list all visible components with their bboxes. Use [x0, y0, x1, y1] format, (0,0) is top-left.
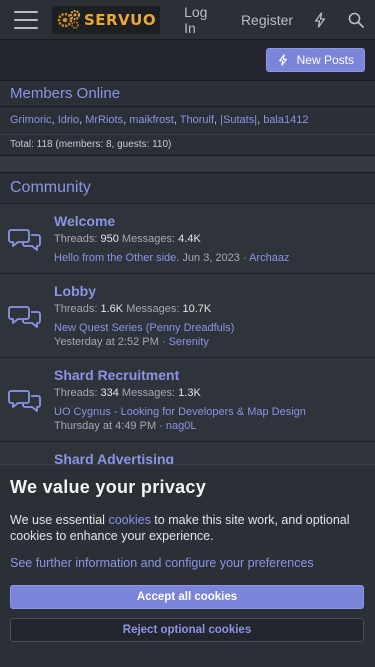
- gears-icon: [57, 9, 80, 29]
- member-link[interactable]: Thorulf: [180, 114, 214, 126]
- search-icon[interactable]: [347, 11, 365, 29]
- cookies-link[interactable]: cookies: [108, 513, 150, 527]
- members-total: Total: 118 (members: 8, guests: 110): [0, 134, 375, 155]
- member-link[interactable]: maikfrost: [129, 114, 174, 126]
- reject-cookies-button[interactable]: Reject optional cookies: [10, 618, 364, 642]
- forum-row[interactable]: Lobby Threads: 1.6K Messages: 10.7K New …: [0, 273, 375, 357]
- forum-stats: Threads: 1.6K Messages: 10.7K: [54, 303, 212, 315]
- latest-user-link[interactable]: nag0L: [166, 420, 197, 432]
- section-divider: [0, 155, 375, 173]
- member-link[interactable]: MrRiots: [85, 114, 123, 126]
- lightning-icon[interactable]: [311, 11, 329, 29]
- cookie-preferences-link[interactable]: See further information and configure yo…: [10, 556, 365, 570]
- site-logo[interactable]: SERVUO: [51, 5, 161, 34]
- member-link[interactable]: bala1412: [263, 114, 308, 126]
- new-posts-label: New Posts: [296, 53, 354, 67]
- latest-thread-link[interactable]: UO Cygnus - Looking for Developers & Map…: [54, 405, 367, 419]
- latest-user-link[interactable]: Serenity: [169, 336, 209, 348]
- top-navigation-bar: SERVUO Log In Register: [0, 0, 375, 40]
- lightning-icon: [278, 54, 287, 66]
- cookie-description: We use essential cookies to make this si…: [10, 513, 350, 543]
- latest-user-link[interactable]: Archaaz: [249, 252, 289, 264]
- forum-row[interactable]: Shard Recruitment Threads: 334 Messages:…: [0, 357, 375, 441]
- latest-thread-link[interactable]: Hello from the Other side.: [54, 252, 179, 264]
- members-online-list: Grimoric, Idrio, MrRiots, maikfrost, Tho…: [0, 107, 375, 134]
- login-link[interactable]: Log In: [184, 4, 223, 36]
- cookie-title: We value your privacy: [10, 477, 207, 497]
- forum-latest-meta: Thursday at 4:49 PM · nag0L: [54, 420, 197, 432]
- forum-title[interactable]: Shard Recruitment: [54, 367, 367, 384]
- forum-title[interactable]: Lobby: [54, 283, 367, 300]
- member-link[interactable]: Idrio: [58, 114, 79, 126]
- register-link[interactable]: Register: [241, 12, 293, 28]
- forum-row[interactable]: Welcome Threads: 950 Messages: 4.4K Hell…: [0, 203, 375, 273]
- logo-text: SERVUO: [83, 10, 157, 29]
- forum-latest-post: Hello from the Other side. Jun 3, 2023 ·…: [54, 252, 290, 264]
- chat-bubbles-icon: [8, 367, 48, 433]
- latest-thread-link[interactable]: New Quest Series (Penny Dreadfuls): [54, 321, 367, 335]
- new-posts-button[interactable]: New Posts: [265, 48, 365, 72]
- post-actions: New Posts: [0, 40, 375, 80]
- menu-icon[interactable]: [14, 10, 38, 29]
- forum-stats: Threads: 950 Messages: 4.4K: [54, 233, 201, 245]
- members-online-heading[interactable]: Members Online: [0, 80, 375, 107]
- community-heading[interactable]: Community: [0, 173, 375, 203]
- member-link[interactable]: Grimoric: [10, 114, 52, 126]
- forum-latest-meta: Yesterday at 2:52 PM · Serenity: [54, 336, 209, 348]
- cookie-consent-banner: We value your privacy We use essential c…: [0, 464, 375, 667]
- forum-title[interactable]: Welcome: [54, 213, 367, 230]
- chat-bubbles-icon: [8, 213, 48, 265]
- member-link[interactable]: |Sutats|: [220, 114, 257, 126]
- forum-stats: Threads: 334 Messages: 1.3K: [54, 387, 201, 399]
- accept-cookies-button[interactable]: Accept all cookies: [10, 585, 364, 609]
- chat-bubbles-icon: [8, 283, 48, 349]
